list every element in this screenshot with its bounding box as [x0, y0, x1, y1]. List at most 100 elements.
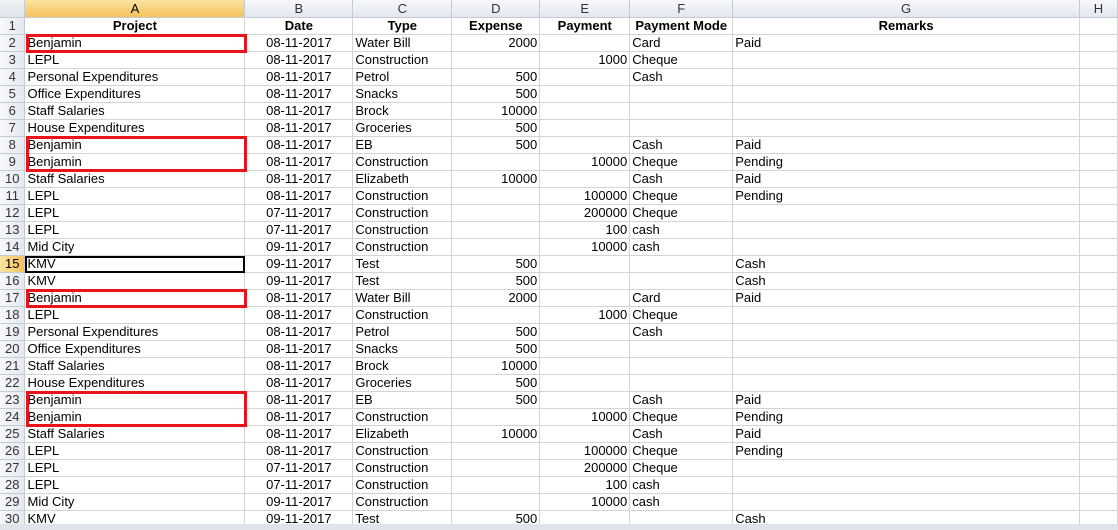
cell-mode[interactable]: Cheque [629, 442, 734, 460]
cell-type[interactable]: Construction [352, 51, 453, 69]
cell-project[interactable]: LEPL [24, 51, 246, 69]
cell-date[interactable]: 08-11-2017 [244, 153, 354, 171]
cell-mode[interactable]: Cheque [629, 306, 734, 324]
cell-payment[interactable] [539, 357, 631, 375]
cell-type[interactable]: Construction [352, 238, 453, 256]
row-header[interactable]: 17 [0, 289, 26, 307]
row-header[interactable]: 28 [0, 476, 26, 494]
cell-mode[interactable]: Cash [629, 323, 734, 341]
horizontal-scrollbar[interactable] [0, 524, 1118, 530]
row-header[interactable]: 7 [0, 119, 26, 137]
cell-project[interactable]: LEPL [24, 204, 246, 222]
cell-expense[interactable] [451, 459, 541, 477]
cell-mode[interactable]: Cash [629, 391, 734, 409]
cell-project[interactable]: LEPL [24, 187, 246, 205]
cell-expense[interactable]: 500 [451, 340, 541, 358]
cell-expense[interactable]: 10000 [451, 102, 541, 120]
cell-type[interactable]: Construction [352, 493, 453, 511]
cell-expense[interactable] [451, 153, 541, 171]
cell-remarks[interactable] [732, 374, 1080, 392]
cell-type[interactable]: Test [352, 272, 453, 290]
empty-cell[interactable] [1079, 323, 1118, 341]
row-header[interactable]: 8 [0, 136, 26, 154]
cell-date[interactable]: 08-11-2017 [244, 391, 354, 409]
cell-remarks[interactable]: Cash [732, 272, 1080, 290]
cell-expense[interactable] [451, 187, 541, 205]
cell-payment[interactable]: 10000 [539, 238, 631, 256]
cell-project[interactable]: Mid City [24, 493, 246, 511]
cell-type[interactable]: Snacks [352, 85, 453, 103]
cell-type[interactable]: Groceries [352, 374, 453, 392]
cell-date[interactable]: 08-11-2017 [244, 323, 354, 341]
cell-date[interactable]: 08-11-2017 [244, 170, 354, 188]
empty-cell[interactable] [1079, 204, 1118, 222]
column-header[interactable]: H [1079, 0, 1118, 18]
cell-date[interactable]: 08-11-2017 [244, 289, 354, 307]
row-header[interactable]: 26 [0, 442, 26, 460]
cell-remarks[interactable] [732, 68, 1080, 86]
cell-type[interactable]: Brock [352, 102, 453, 120]
cell-expense[interactable] [451, 306, 541, 324]
cell-remarks[interactable] [732, 323, 1080, 341]
cell-payment[interactable] [539, 425, 631, 443]
row-header[interactable]: 10 [0, 170, 26, 188]
cell-type[interactable]: Construction [352, 442, 453, 460]
cell-mode[interactable]: Card [629, 34, 734, 52]
row-header[interactable]: 19 [0, 323, 26, 341]
cell-project[interactable]: Benjamin [24, 34, 246, 52]
empty-cell[interactable] [1079, 221, 1118, 239]
cell-mode[interactable] [629, 119, 734, 137]
cell-remarks[interactable] [732, 119, 1080, 137]
cell-date[interactable]: 08-11-2017 [244, 68, 354, 86]
column-header[interactable]: C [352, 0, 453, 18]
cell-payment[interactable]: 10000 [539, 408, 631, 426]
row-header[interactable]: 1 [0, 17, 26, 35]
row-header[interactable]: 18 [0, 306, 26, 324]
cell-project[interactable]: LEPL [24, 306, 246, 324]
cell-type[interactable]: Construction [352, 187, 453, 205]
cell-expense[interactable] [451, 51, 541, 69]
empty-cell[interactable] [1079, 153, 1118, 171]
empty-cell[interactable] [1079, 374, 1118, 392]
cell-project[interactable]: Staff Salaries [24, 357, 246, 375]
cell-payment[interactable]: 100000 [539, 187, 631, 205]
row-header[interactable]: 16 [0, 272, 26, 290]
cell-mode[interactable] [629, 340, 734, 358]
cell-type[interactable]: Construction [352, 459, 453, 477]
cell-date[interactable]: 08-11-2017 [244, 85, 354, 103]
empty-cell[interactable] [1079, 340, 1118, 358]
row-header[interactable]: 21 [0, 357, 26, 375]
header-cell-date[interactable]: Date [244, 17, 354, 35]
cell-mode[interactable]: Cheque [629, 51, 734, 69]
cell-date[interactable]: 07-11-2017 [244, 476, 354, 494]
row-header[interactable]: 11 [0, 187, 26, 205]
header-cell-type[interactable]: Type [352, 17, 453, 35]
cell-payment[interactable] [539, 34, 631, 52]
cell-remarks[interactable]: Paid [732, 425, 1080, 443]
cell-project[interactable]: Benjamin [24, 289, 246, 307]
cell-mode[interactable]: Cheque [629, 204, 734, 222]
cell-expense[interactable] [451, 221, 541, 239]
empty-cell[interactable] [1079, 17, 1118, 35]
header-cell-project[interactable]: Project [24, 17, 246, 35]
cell-mode[interactable]: Cash [629, 170, 734, 188]
cell-expense[interactable] [451, 476, 541, 494]
cell-payment[interactable] [539, 374, 631, 392]
cell-date[interactable]: 09-11-2017 [244, 493, 354, 511]
cell-remarks[interactable] [732, 102, 1080, 120]
cell-project[interactable]: Benjamin [24, 153, 246, 171]
row-header[interactable]: 27 [0, 459, 26, 477]
cell-payment[interactable] [539, 119, 631, 137]
cell-mode[interactable]: cash [629, 476, 734, 494]
cell-mode[interactable]: Cheque [629, 408, 734, 426]
cell-project[interactable]: Staff Salaries [24, 102, 246, 120]
empty-cell[interactable] [1079, 136, 1118, 154]
header-cell-payment[interactable]: Payment [539, 17, 631, 35]
cell-type[interactable]: Construction [352, 221, 453, 239]
row-header[interactable]: 15 [0, 255, 26, 273]
empty-cell[interactable] [1079, 289, 1118, 307]
empty-cell[interactable] [1079, 459, 1118, 477]
empty-cell[interactable] [1079, 357, 1118, 375]
cell-expense[interactable]: 500 [451, 255, 541, 273]
cell-expense[interactable] [451, 238, 541, 256]
